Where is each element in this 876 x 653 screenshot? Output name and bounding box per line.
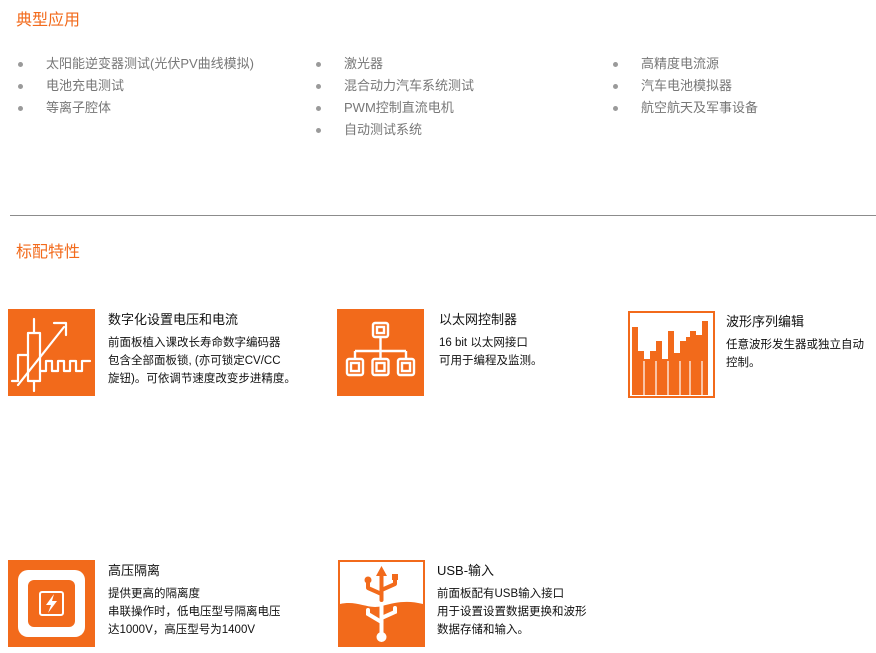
feature-ethernet: 以太网控制器 16 bit 以太网接口 可用于编程及监测。 xyxy=(337,309,597,399)
list-item: 混合动力汽车系统测试 xyxy=(314,75,474,97)
feature-line: 16 bit 以太网接口 xyxy=(439,337,528,349)
list-item-label: 汽车电池模拟器 xyxy=(641,78,733,93)
bullet-icon xyxy=(613,106,618,111)
feature-line: 提供更高的隔离度 xyxy=(108,588,200,600)
feature-line: 前面板配有USB输入接口 xyxy=(437,588,565,600)
encoder-knob-icon xyxy=(8,309,95,396)
feature-title: 波形序列编辑 xyxy=(726,314,805,329)
bullet-icon xyxy=(316,62,321,67)
bullet-icon xyxy=(316,84,321,89)
feature-line: 达1000V，高压型号为1400V xyxy=(108,624,256,636)
list-item-label: 电池充电测试 xyxy=(46,78,125,93)
list-item: 航空航天及军事设备 xyxy=(611,97,758,119)
feature-line: 控制。 xyxy=(726,357,761,369)
feature-line: 数据存储和输入。 xyxy=(437,624,529,636)
applications-column-3: 高精度电流源 汽车电池模拟器 航空航天及军事设备 xyxy=(611,53,758,119)
isolation-lightning-icon xyxy=(8,560,95,647)
feature-waveform: 波形序列编辑 任意波形发生器或独立自动 控制。 xyxy=(628,311,876,401)
bullet-icon xyxy=(18,62,23,67)
feature-line: 用于设置设置数据更换和波形 xyxy=(437,606,587,618)
feature-text: 以太网控制器 16 bit 以太网接口 可用于编程及监测。 xyxy=(439,309,543,370)
bullet-icon xyxy=(316,106,321,111)
waveform-sequence-icon xyxy=(628,311,715,398)
feature-usb: USB-输入 前面板配有USB输入接口 用于设置设置数据更换和波形 数据存储和输… xyxy=(338,560,628,650)
bullet-icon xyxy=(18,84,23,89)
feature-title: 高压隔离 xyxy=(108,563,161,578)
list-item-label: 航空航天及军事设备 xyxy=(641,100,759,115)
feature-line: 任意波形发生器或独立自动 xyxy=(726,339,864,351)
feature-text: 高压隔离 提供更高的隔离度 串联操作时，低电压型号隔离电压 达1000V，高压型… xyxy=(108,560,281,639)
list-item: 激光器 xyxy=(314,53,474,75)
list-item-label: 激光器 xyxy=(344,56,384,71)
feature-text: 数字化设置电压和电流 前面板植入课改长寿命数字编码器 包含全部面板锁, (亦可锁… xyxy=(108,309,296,388)
feature-isolation: 高压隔离 提供更高的隔离度 串联操作时，低电压型号隔离电压 达1000V，高压型… xyxy=(8,560,318,650)
feature-line: 包含全部面板锁, (亦可锁定CV/CC xyxy=(108,355,281,367)
feature-title: 以太网控制器 xyxy=(439,312,518,327)
list-item: 汽车电池模拟器 xyxy=(611,75,758,97)
list-item: 太阳能逆变器测试(光伏PV曲线模拟) xyxy=(16,53,254,75)
network-topology-icon xyxy=(337,309,424,396)
bullet-icon xyxy=(613,84,618,89)
list-item: PWM控制直流电机 xyxy=(314,97,474,119)
list-item-label: 自动测试系统 xyxy=(344,122,423,137)
feature-text: USB-输入 前面板配有USB输入接口 用于设置设置数据更换和波形 数据存储和输… xyxy=(437,560,587,639)
feature-digital-setting: 数字化设置电压和电流 前面板植入课改长寿命数字编码器 包含全部面板锁, (亦可锁… xyxy=(8,309,318,399)
usb-icon xyxy=(338,560,425,647)
list-item-label: 高精度电流源 xyxy=(641,56,720,71)
applications-title: 典型应用 xyxy=(16,12,81,29)
feature-line: 可用于编程及监测。 xyxy=(439,355,543,367)
list-item-label: 混合动力汽车系统测试 xyxy=(344,78,475,93)
feature-text: 波形序列编辑 任意波形发生器或独立自动 控制。 xyxy=(726,311,864,372)
bullet-icon xyxy=(613,62,618,67)
list-item: 高精度电流源 xyxy=(611,53,758,75)
list-item-label: 太阳能逆变器测试(光伏PV曲线模拟) xyxy=(46,56,255,71)
list-item-label: 等离子腔体 xyxy=(46,100,112,115)
list-item: 等离子腔体 xyxy=(16,97,254,119)
section-divider xyxy=(10,215,876,216)
applications-column-1: 太阳能逆变器测试(光伏PV曲线模拟) 电池充电测试 等离子腔体 xyxy=(16,53,254,119)
applications-column-2: 激光器 混合动力汽车系统测试 PWM控制直流电机 自动测试系统 xyxy=(314,53,474,141)
feature-title: 数字化设置电压和电流 xyxy=(108,312,239,327)
feature-title: USB-输入 xyxy=(437,563,495,578)
features-title: 标配特性 xyxy=(16,244,81,261)
feature-line: 串联操作时，低电压型号隔离电压 xyxy=(108,606,281,618)
bullet-icon xyxy=(18,106,23,111)
feature-line: 前面板植入课改长寿命数字编码器 xyxy=(108,337,281,349)
bullet-icon xyxy=(316,128,321,133)
list-item: 自动测试系统 xyxy=(314,119,474,141)
list-item-label: PWM控制直流电机 xyxy=(344,100,454,115)
list-item: 电池充电测试 xyxy=(16,75,254,97)
feature-line: 旋钮)。可依调节速度改变步进精度。 xyxy=(108,373,296,385)
